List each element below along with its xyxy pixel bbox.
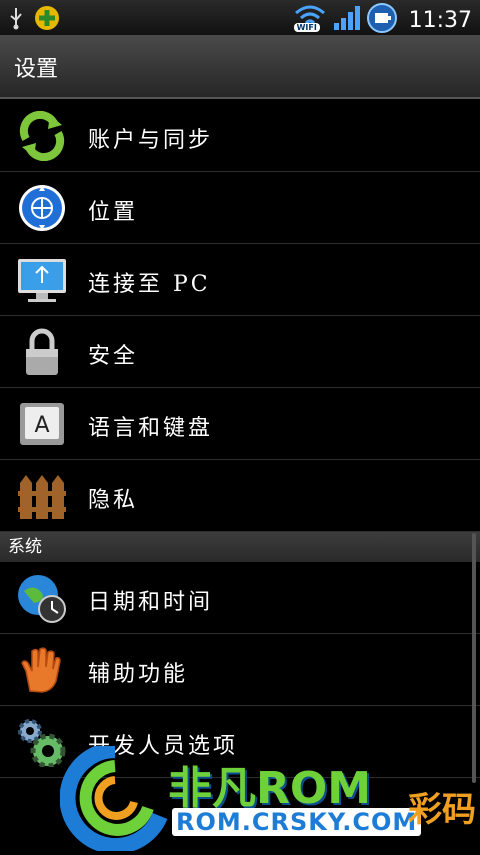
wifi-label: WIFI [293,23,320,32]
section-header-system: 系统 [0,532,480,562]
settings-item-label: 连接至 PC [88,272,211,297]
location-globe-icon [16,183,68,233]
clock: 11:37 [408,7,472,33]
settings-item-connect-pc[interactable]: 连接至 PC [0,244,480,316]
page-title: 设置 [14,57,59,82]
app-notification-icon [34,5,60,35]
watermark-side-text: 彩码 [408,790,476,830]
signal-icon [333,5,361,35]
usb-icon [8,6,24,34]
lock-icon [16,327,68,377]
watermark-site: ROM.CRSKY.COM [172,808,422,836]
settings-item-label: 语言和键盘 [88,416,214,441]
settings-item-security[interactable]: 安全 [0,316,480,388]
watermark-brand: 非凡ROM [168,763,372,814]
fence-icon [16,471,68,521]
settings-item-accessibility[interactable]: 辅助功能 [0,634,480,706]
settings-item-label: 隐私 [88,488,139,513]
pc-monitor-icon [16,255,68,305]
settings-item-privacy[interactable]: 隐私 [0,460,480,532]
settings-item-date-time[interactable]: 日期和时间 [0,562,480,634]
settings-item-label: 日期和时间 [88,590,214,615]
sync-icon [16,110,68,162]
settings-item-label: 位置 [88,200,139,225]
svg-text:A: A [34,413,49,438]
settings-item-location[interactable]: 位置 [0,172,480,244]
battery-icon [366,3,397,37]
globe-clock-icon [16,573,68,623]
watermark-overlay: 非凡ROM ROM.CRSKY.COM 彩码 [59,742,480,855]
hand-icon [16,645,68,695]
settings-list: 账户与同步 位置 连接至 PC 安全 A 语言和键盘 隐私 系统 日期和时间 辅… [0,100,480,778]
settings-item-label: 安全 [88,344,139,369]
settings-item-label: 辅助功能 [88,662,189,687]
settings-item-label: 账户与同步 [88,128,214,153]
watermark-logo-icon [59,742,170,855]
wifi-icon: WIFI [293,5,327,35]
settings-item-language-keyboard[interactable]: A 语言和键盘 [0,388,480,460]
title-bar: 设置 [0,35,480,99]
settings-item-accounts-sync[interactable]: 账户与同步 [0,100,480,172]
keyboard-key-icon: A [16,399,68,449]
status-bar: WIFI 11:37 [0,0,480,35]
